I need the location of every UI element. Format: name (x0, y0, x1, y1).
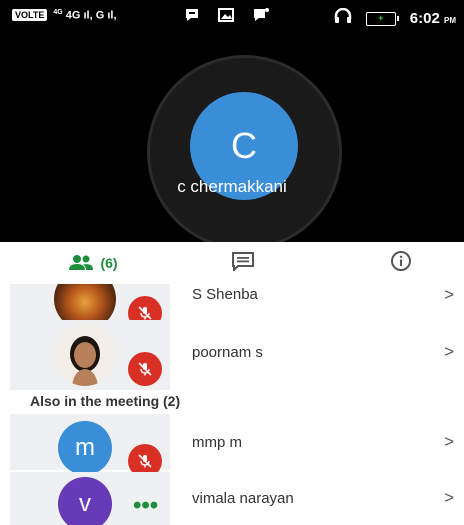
clock-suffix: PM (444, 16, 456, 25)
tab-info[interactable] (383, 242, 419, 284)
mic-off-icon (128, 352, 162, 386)
section-header: Also in the meeting (2) (30, 393, 181, 409)
chevron-right-icon[interactable]: > (444, 285, 454, 305)
speaker-name: c chermakkani (177, 177, 287, 196)
network-sup: 4G (53, 9, 63, 16)
speaking-dots-icon: ••• (133, 492, 159, 519)
participant-name: poornam s (192, 344, 263, 361)
avatar: m (58, 421, 112, 475)
people-icon (68, 254, 94, 273)
status-bar: VOLTE 4G 4G ıl, G ıl, + 6:02 PM (0, 0, 464, 34)
clock: 6:02 PM (410, 10, 456, 27)
avatar: v (58, 477, 112, 525)
participant-row[interactable]: v ••• vimala narayan > (0, 472, 464, 525)
headphones-icon (334, 7, 352, 29)
tab-chat[interactable] (223, 242, 263, 284)
chat-icon (231, 251, 255, 276)
signal-icon: ıl, G ıl, (83, 9, 117, 22)
network-label: 4G (65, 9, 81, 22)
network-indicator: 4G 4G ıl, G ıl, (53, 9, 116, 22)
people-count: (6) (100, 255, 118, 271)
participant-name: S Shenba (192, 286, 258, 303)
gallery-icon (218, 8, 234, 27)
chevron-right-icon[interactable]: > (444, 432, 454, 452)
clock-time: 6:02 (409, 10, 440, 27)
message-bubble-icon (184, 7, 200, 28)
tab-people[interactable]: (6) (58, 242, 128, 284)
chevron-right-icon[interactable]: > (444, 488, 454, 508)
participant-name: mmp m (192, 434, 242, 451)
video-area: VOLTE 4G 4G ıl, G ıl, + 6:02 PM C c cher… (0, 0, 464, 250)
participant-row[interactable]: S Shenba > (0, 284, 464, 340)
participants-list: S Shenba > poornam s > Also in the meeti… (0, 284, 464, 525)
notification-icon (252, 7, 270, 28)
chevron-right-icon[interactable]: > (444, 342, 454, 362)
info-icon (390, 250, 412, 277)
participant-name: vimala narayan (192, 490, 294, 507)
participant-row[interactable]: poornam s > (0, 320, 464, 390)
volte-badge: VOLTE (12, 9, 48, 22)
battery-icon: + (365, 11, 399, 26)
tab-bar: (6) (0, 242, 464, 284)
avatar (54, 324, 116, 386)
participant-row[interactable]: m mmp m > (0, 414, 464, 478)
